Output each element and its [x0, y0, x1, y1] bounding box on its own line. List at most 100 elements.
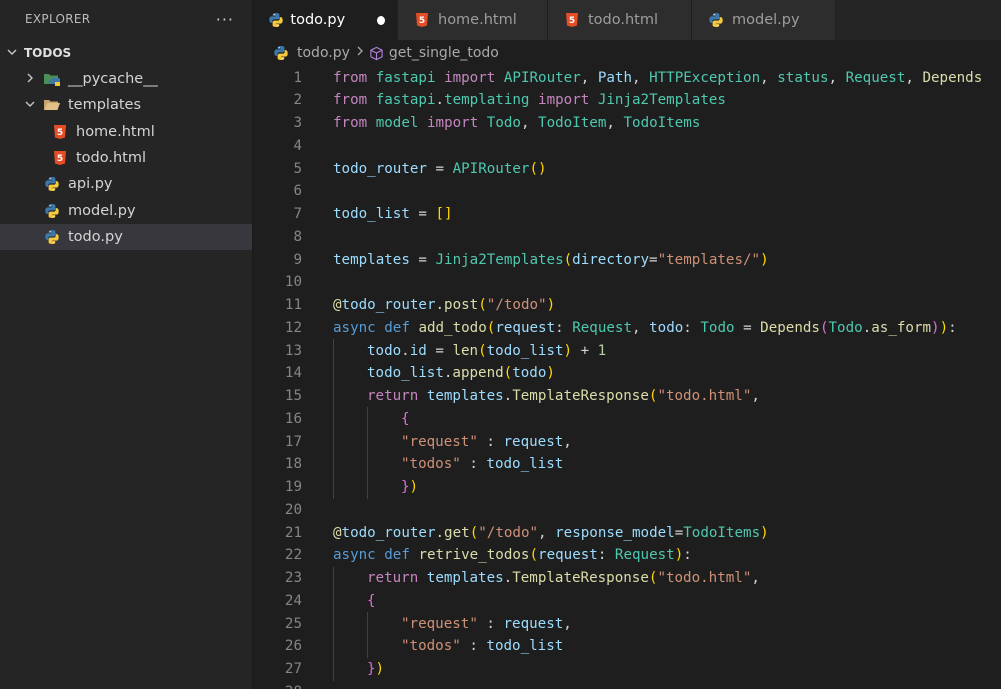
breadcrumb-symbol[interactable]: get_single_todo — [389, 45, 499, 61]
code-token: , — [760, 69, 778, 86]
indent-guide — [333, 475, 334, 499]
project-folder-row[interactable]: TODOS — [0, 40, 252, 66]
line-number: 19 — [284, 479, 302, 495]
breadcrumb-file[interactable]: todo.py — [297, 45, 350, 61]
code-line: 6 — [253, 180, 1001, 203]
code-token: retrive_todos — [418, 547, 530, 564]
tree-item[interactable]: model.py — [0, 198, 252, 224]
indent-guide — [333, 589, 334, 613]
code-token: Todo — [700, 319, 735, 336]
code-token: len — [452, 342, 479, 359]
line-number: 22 — [284, 547, 302, 564]
chevron-down-icon[interactable] — [22, 98, 38, 113]
tree-item[interactable]: templates — [0, 92, 252, 118]
code-token: : — [460, 638, 487, 655]
html-icon: 5 — [50, 122, 70, 142]
line-number: 14 — [284, 365, 302, 382]
indent-guide — [367, 475, 368, 499]
cube-symbol-icon — [369, 46, 384, 61]
tree-item[interactable]: 5 todo.html — [0, 145, 252, 171]
tab-todo-py[interactable]: todo.py — [253, 0, 398, 40]
code-token: .get — [435, 524, 470, 541]
code-token: @ — [333, 524, 342, 541]
code-text: { — [401, 411, 410, 427]
tree-item[interactable]: __pycache__ — [0, 66, 252, 92]
code-token: response_model — [555, 524, 675, 541]
code-token: templates — [426, 388, 504, 404]
code-line: 12 async def add_todo (request: Request, t… — [253, 316, 1001, 339]
code-token: ) — [674, 547, 684, 564]
tree-item[interactable]: todo.py — [0, 223, 252, 250]
code-token: = — [409, 251, 436, 268]
code-token: "todo.html" — [657, 388, 752, 404]
line-number: 5 — [293, 160, 302, 177]
more-actions-icon[interactable]: ··· — [216, 10, 234, 29]
code-token: Request — [572, 319, 633, 336]
code-text: todo_list = [] — [333, 206, 453, 222]
code-text: async def add_todo (request: Request, tod… — [333, 320, 957, 336]
code-token: TemplateResponse — [512, 570, 649, 586]
chevron-right-icon[interactable] — [22, 72, 38, 87]
code-token: } — [401, 479, 410, 495]
code-editor[interactable]: 1 from fastapi import APIRouter, Path, HT… — [253, 66, 1001, 689]
code-token: import — [444, 69, 496, 86]
code-text: async def retrive_todos(request: Request… — [333, 547, 692, 563]
code-token: : — [683, 547, 692, 564]
tree-item[interactable]: 5 home.html — [0, 119, 252, 145]
tab-model-py[interactable]: model.py — [692, 0, 836, 40]
code-token: . — [435, 92, 445, 109]
code-text: from model import Todo, TodoItem, TodoIt… — [333, 115, 700, 131]
code-token: todo_router — [341, 297, 436, 313]
code-token: Todo — [828, 319, 863, 336]
line-number: 23 — [284, 570, 302, 586]
indent-guide — [367, 452, 368, 476]
code-token: , — [538, 524, 556, 541]
code-token: request — [495, 319, 556, 336]
code-token: + — [572, 342, 598, 359]
line-number: 10 — [284, 274, 302, 291]
tab-home-html[interactable]: 5 home.html — [398, 0, 548, 40]
code-text: todo_list.append(todo) — [367, 365, 555, 381]
svg-text:5: 5 — [57, 154, 63, 164]
code-text: from fastapi.templating import Jinja2Tem… — [333, 92, 726, 108]
line-number: 16 — [284, 410, 302, 427]
indent-guide — [333, 452, 334, 476]
code-token: ( — [563, 251, 573, 268]
code-token: todo — [512, 365, 547, 382]
code-line: 27}) — [253, 657, 1001, 681]
code-token: ) — [409, 479, 419, 495]
code-token: , — [905, 69, 923, 86]
code-line: 1 from fastapi import APIRouter, Path, HT… — [253, 66, 1001, 89]
code-token: , — [632, 69, 650, 86]
code-token: : — [477, 433, 504, 450]
breadcrumb: todo.py get_single_todo — [253, 40, 1001, 66]
code-token: request — [538, 547, 598, 564]
code-text: "request" : request, — [401, 616, 572, 632]
code-line: 8 — [253, 225, 1001, 248]
code-token: = — [426, 160, 453, 177]
tab-todo-html[interactable]: 5 todo.html — [548, 0, 692, 40]
tab-label: model.py — [732, 12, 800, 28]
code-token: async — [333, 547, 376, 564]
code-token: "todos" — [401, 638, 461, 655]
code-token: ( — [478, 297, 487, 313]
code-token: ( — [478, 342, 487, 359]
code-token: return — [367, 388, 419, 404]
code-token: . — [401, 342, 410, 359]
python-icon — [42, 174, 62, 194]
line-number: 1 — [293, 69, 302, 86]
code-line: 14 todo_list.append(todo) — [253, 361, 1001, 385]
code-token: from — [333, 69, 368, 86]
code-line: 4 — [253, 134, 1001, 157]
indent-guide — [333, 339, 334, 362]
unsaved-dot-icon[interactable] — [377, 15, 385, 25]
code-text: }) — [401, 479, 418, 495]
code-token: = — [409, 206, 436, 222]
tree-item[interactable]: api.py — [0, 171, 252, 197]
code-line: 7 todo_list = [] — [253, 203, 1001, 226]
